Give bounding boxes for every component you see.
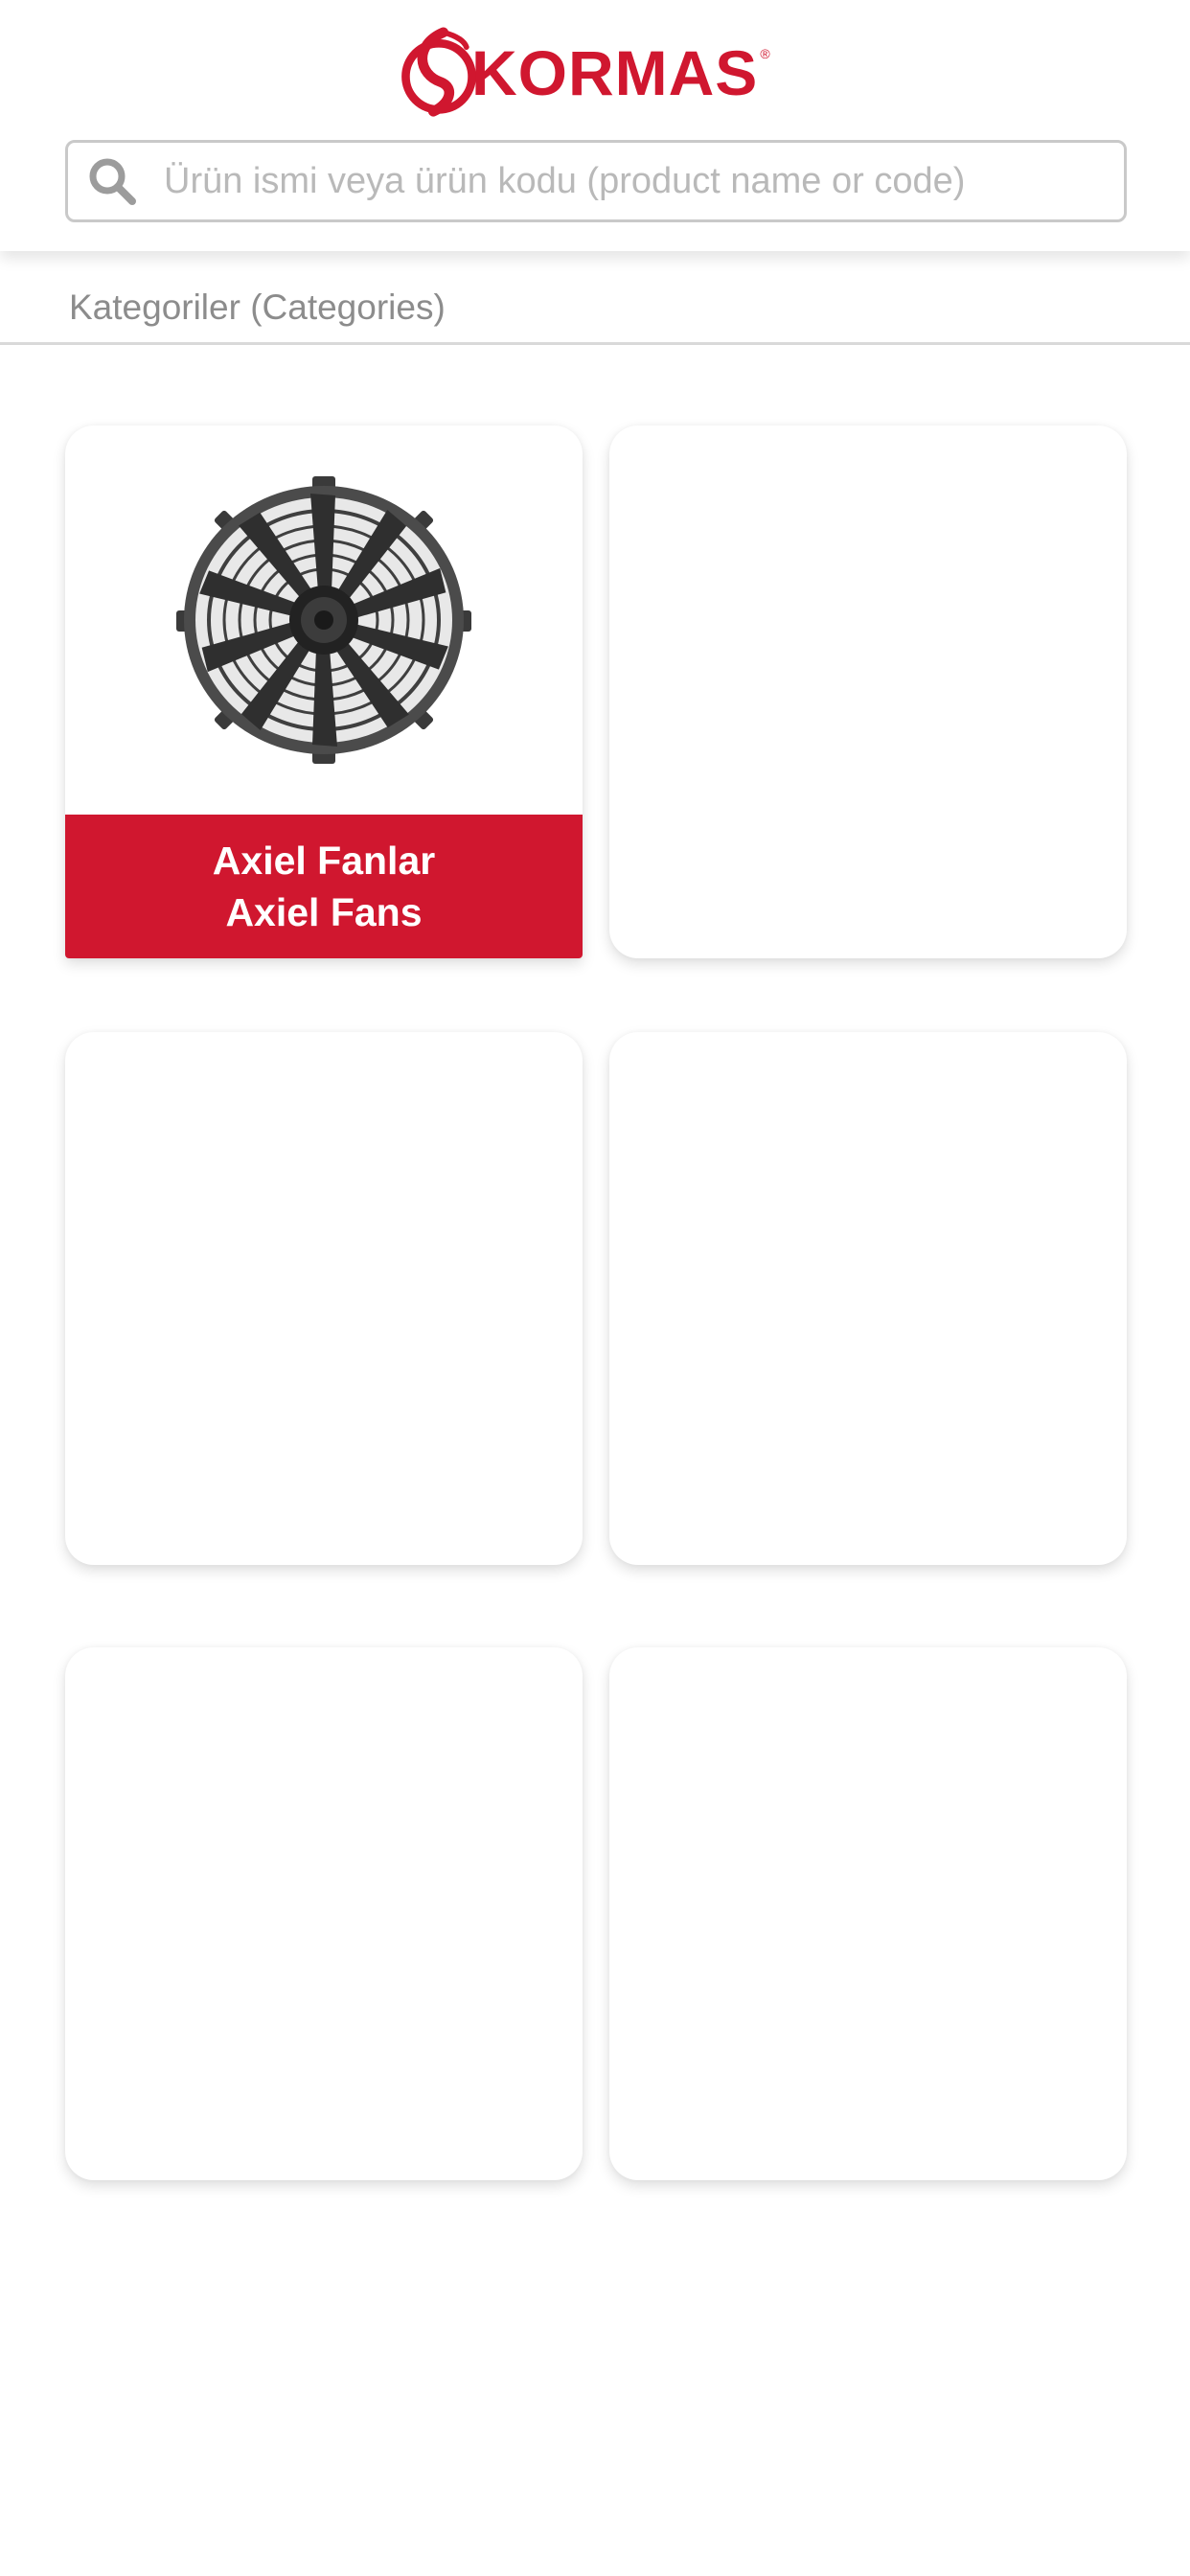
brand-name: KORMAS: [471, 37, 759, 108]
category-card[interactable]: [609, 426, 1127, 958]
category-card[interactable]: [609, 1647, 1127, 2180]
category-card-axial-fans[interactable]: Axiel Fanlar Axiel Fans: [65, 426, 583, 958]
category-card[interactable]: [609, 1032, 1127, 1565]
axial-fan-icon: [176, 476, 471, 764]
section-divider: [0, 342, 1190, 345]
brand-logo: KORMAS ®: [393, 27, 770, 119]
header: KORMAS ®: [0, 0, 1190, 251]
search-input[interactable]: [164, 148, 1103, 215]
category-card-image: [65, 426, 583, 815]
categories-title: Kategoriler (Categories): [69, 288, 446, 327]
category-label-tr: Axiel Fanlar: [212, 839, 436, 883]
app-root: KORMAS ® Kategoriler (Categories): [0, 0, 1190, 2576]
registered-mark: ®: [760, 46, 770, 61]
category-label: Axiel Fanlar Axiel Fans: [65, 815, 583, 958]
category-label-en: Axiel Fans: [225, 890, 423, 934]
category-card[interactable]: [65, 1647, 583, 2180]
search-icon: [89, 158, 136, 205]
search-bar[interactable]: [65, 140, 1127, 222]
category-card[interactable]: [65, 1032, 583, 1565]
